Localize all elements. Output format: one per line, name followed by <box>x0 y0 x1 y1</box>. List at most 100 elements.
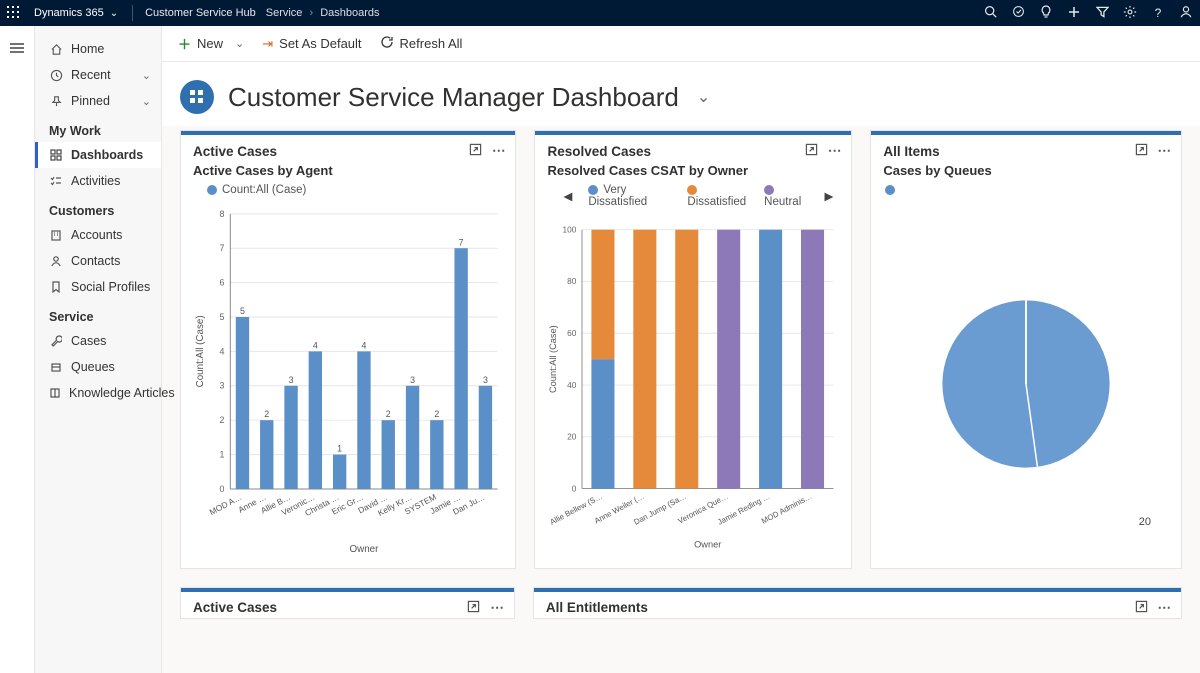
chevron-down-icon: ⌄ <box>229 37 244 50</box>
gear-icon[interactable] <box>1116 5 1144 22</box>
svg-text:0: 0 <box>572 483 577 493</box>
svg-text:3: 3 <box>410 375 415 385</box>
card-title: All Items <box>883 144 939 159</box>
sidebar-item-recent[interactable]: Recent ⌄ <box>35 62 161 88</box>
legend-next[interactable]: ▶ <box>822 189 835 203</box>
sidebar-item-social[interactable]: Social Profiles <box>35 274 161 300</box>
sidebar-item-label: Queues <box>71 360 115 374</box>
svg-text:7: 7 <box>459 237 464 247</box>
sidebar-item-cases[interactable]: Cases <box>35 328 161 354</box>
set-default-button[interactable]: ⇥ Set As Default <box>262 36 361 52</box>
sidebar-item-home[interactable]: Home <box>35 36 161 62</box>
dashboard-icon <box>49 149 63 161</box>
breadcrumb-page[interactable]: Dashboards <box>320 7 379 19</box>
task-icon[interactable] <box>1004 5 1032 21</box>
chevron-down-icon: ⌄ <box>142 95 151 108</box>
svg-text:20: 20 <box>568 432 578 442</box>
expand-icon[interactable] <box>805 143 818 159</box>
button-label: New <box>197 36 223 51</box>
sidebar-item-knowledge[interactable]: Knowledge Articles <box>35 380 161 406</box>
card-title: Active Cases <box>193 600 277 615</box>
sidebar-item-label: Recent <box>71 68 111 82</box>
refresh-button[interactable]: Refresh All <box>380 35 463 52</box>
svg-text:Owner: Owner <box>695 540 722 550</box>
search-icon[interactable] <box>976 5 1004 21</box>
sidebar-item-label: Home <box>71 42 104 56</box>
sidebar-item-contacts[interactable]: Contacts <box>35 248 161 274</box>
more-icon[interactable]: ⋯ <box>1158 143 1172 159</box>
sidebar-item-activities[interactable]: Activities <box>35 168 161 194</box>
legend-prev[interactable]: ◀ <box>561 189 574 203</box>
svg-text:3: 3 <box>289 375 294 385</box>
new-button[interactable]: ＋ New ⌄ <box>178 34 244 53</box>
page-title-dropdown[interactable]: ⌄ <box>697 87 710 107</box>
pin-icon <box>49 95 63 108</box>
page-title: Customer Service Manager Dashboard <box>228 82 679 113</box>
plus-icon: ＋ <box>178 34 191 53</box>
svg-text:5: 5 <box>240 306 245 316</box>
sidebar-item-label: Activities <box>71 174 120 188</box>
sidebar-item-pinned[interactable]: Pinned ⌄ <box>35 88 161 114</box>
more-icon[interactable]: ⋯ <box>490 600 504 616</box>
svg-text:7: 7 <box>219 243 224 253</box>
svg-text:3: 3 <box>219 381 224 391</box>
svg-text:40: 40 <box>568 380 578 390</box>
svg-text:2: 2 <box>219 415 224 425</box>
clock-icon <box>49 69 63 82</box>
nav-rail <box>0 26 35 673</box>
svg-text:2: 2 <box>434 409 439 419</box>
svg-text:8: 8 <box>219 209 224 219</box>
help-icon[interactable]: ? <box>1144 6 1172 20</box>
sidebar-item-accounts[interactable]: Accounts <box>35 222 161 248</box>
expand-icon[interactable] <box>1135 143 1148 159</box>
filter-icon[interactable] <box>1088 6 1116 21</box>
person-icon <box>49 255 63 267</box>
card-title: All Entitlements <box>546 600 648 615</box>
svg-text:4: 4 <box>361 340 366 350</box>
chevron-right-icon: › <box>306 7 318 19</box>
card-subtitle: Cases by Queues <box>871 161 1181 184</box>
svg-text:80: 80 <box>568 276 578 286</box>
svg-text:Count:All (Case): Count:All (Case) <box>195 315 206 387</box>
breadcrumb-area[interactable]: Service <box>266 7 303 19</box>
expand-icon[interactable] <box>1135 600 1148 616</box>
legend-label: Neutral <box>764 196 801 208</box>
legend-label: Dissatisfied <box>687 196 746 208</box>
more-icon[interactable]: ⋯ <box>492 143 506 159</box>
user-avatar-icon[interactable] <box>1172 5 1200 22</box>
book-icon <box>49 387 61 399</box>
product-switcher[interactable]: Dynamics 365 ⌄ <box>26 7 126 19</box>
svg-text:Count:All (Case): Count:All (Case) <box>549 325 559 393</box>
building-icon <box>49 229 63 241</box>
sidebar-section-customers: Customers <box>35 194 161 222</box>
card-subtitle: Resolved Cases CSAT by Owner <box>535 161 851 184</box>
expand-icon[interactable] <box>469 143 482 159</box>
app-launcher-icon[interactable] <box>0 6 26 21</box>
queue-icon <box>49 361 63 373</box>
card-entitlements: All Entitlements ⋯ <box>533 587 1182 619</box>
default-icon: ⇥ <box>262 36 273 52</box>
sidebar-item-dashboards[interactable]: Dashboards <box>35 142 161 168</box>
plus-icon[interactable] <box>1060 6 1088 21</box>
dashboard-badge-icon <box>180 80 214 114</box>
refresh-icon <box>380 35 394 52</box>
chart-legend: ◀ Very Dissatisfied Dissatisfied Neutral… <box>535 184 851 212</box>
svg-text:1: 1 <box>219 450 224 460</box>
more-icon[interactable]: ⋯ <box>828 143 842 159</box>
chevron-down-icon: ⌄ <box>142 69 151 82</box>
breadcrumb: Service › Dashboards <box>262 7 380 19</box>
sidebar-item-queues[interactable]: Queues <box>35 354 161 380</box>
command-bar: ＋ New ⌄ ⇥ Set As Default Refresh All <box>162 26 1200 62</box>
chart-resolved-csat: 020406080100Allie Bellew (S…Anne Weiler … <box>545 216 841 558</box>
more-icon[interactable]: ⋯ <box>1158 600 1172 616</box>
chart-cases-by-queues: 20 <box>871 200 1181 568</box>
lightbulb-icon[interactable] <box>1032 5 1060 22</box>
home-icon <box>49 43 63 56</box>
product-name: Dynamics 365 <box>34 7 104 19</box>
hub-name[interactable]: Customer Service Hub <box>139 7 262 19</box>
svg-text:2: 2 <box>264 409 269 419</box>
chevron-down-icon: ⌄ <box>110 8 118 19</box>
sidebar-item-label: Cases <box>71 334 106 348</box>
hamburger-icon[interactable] <box>0 34 34 62</box>
expand-icon[interactable] <box>467 600 480 616</box>
